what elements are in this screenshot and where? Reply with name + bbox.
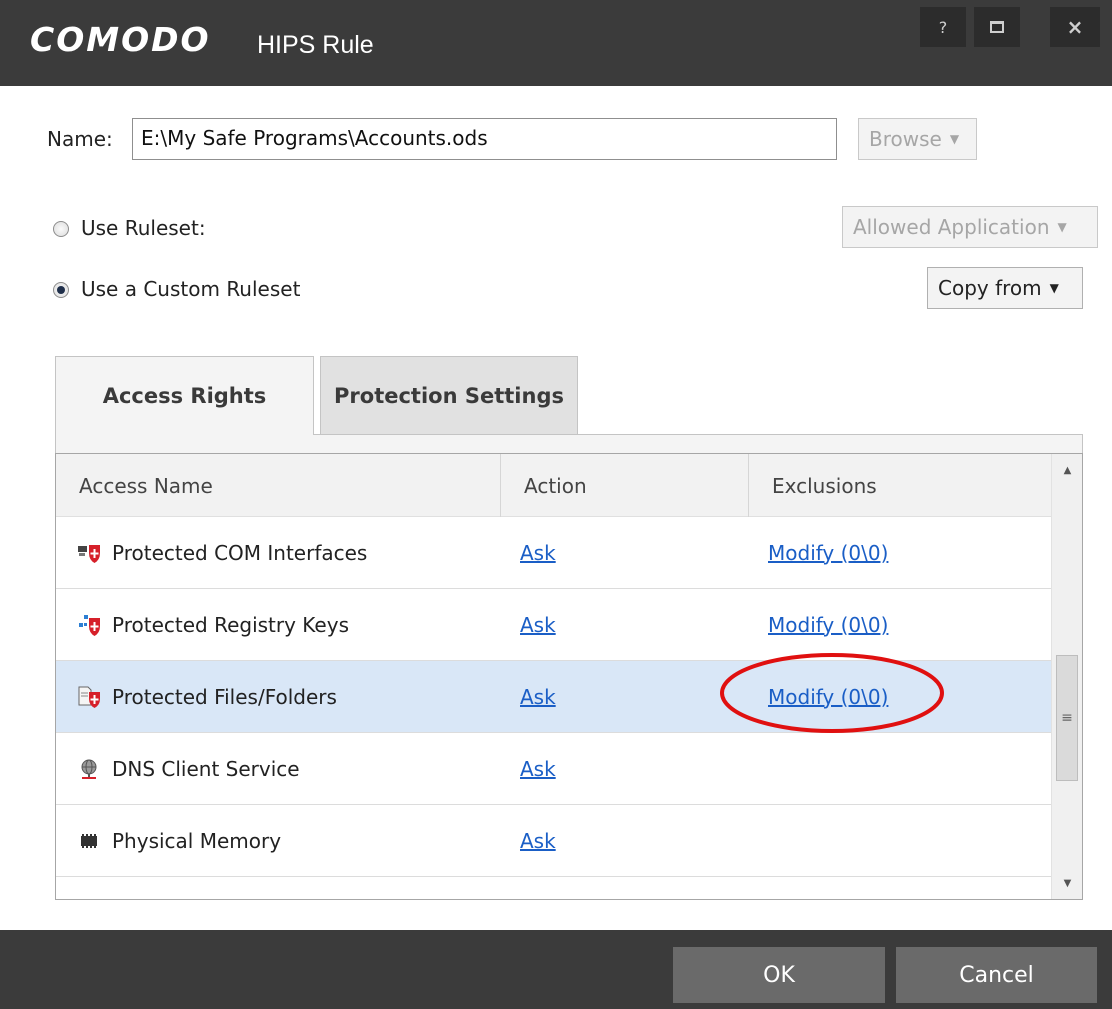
com-interface-shield-icon (78, 542, 100, 564)
access-name: Protected COM Interfaces (112, 540, 368, 565)
modify-exclusions-link[interactable]: Modify (0\0) (768, 541, 888, 565)
access-name: Protected Files/Folders (112, 684, 337, 709)
scroll-up-icon[interactable]: ▲ (1052, 454, 1082, 486)
comodo-logo: COMODO (30, 20, 211, 59)
memory-chip-icon (78, 830, 100, 852)
name-label: Name: (47, 127, 113, 151)
column-header-access-name[interactable]: Access Name (56, 454, 501, 517)
browse-label: Browse (869, 127, 942, 151)
scroll-down-icon[interactable]: ▼ (1052, 867, 1082, 899)
help-button[interactable]: ? (920, 7, 966, 47)
table-header: Access Name Action Exclusions (56, 454, 1051, 517)
table-row[interactable]: Protected COM Interfaces Ask Modify (0\0… (56, 517, 1051, 589)
help-icon: ? (938, 17, 948, 37)
access-name: DNS Client Service (112, 756, 300, 781)
maximize-icon (990, 21, 1004, 33)
close-icon: × (1066, 15, 1084, 39)
action-link[interactable]: Ask (520, 757, 556, 781)
use-custom-ruleset-radio[interactable] (53, 282, 69, 298)
action-link[interactable]: Ask (520, 685, 556, 709)
action-link[interactable]: Ask (520, 829, 556, 853)
tab-access-rights[interactable]: Access Rights (55, 356, 314, 435)
name-field[interactable]: E:\My Safe Programs\Accounts.ods (132, 118, 837, 160)
ruleset-select[interactable]: Allowed Application ▼ (842, 206, 1098, 248)
scrollbar-thumb[interactable]: ≡ (1056, 655, 1078, 781)
close-button[interactable]: × (1050, 7, 1100, 47)
chevron-down-icon: ▼ (1049, 281, 1059, 295)
window-title: HIPS Rule (257, 31, 374, 59)
use-ruleset-radio[interactable] (53, 221, 69, 237)
cancel-button[interactable]: Cancel (896, 947, 1097, 1003)
dns-globe-icon (78, 758, 100, 780)
chevron-down-icon: ▼ (1057, 220, 1067, 234)
file-shield-icon (78, 686, 100, 708)
grip-icon: ≡ (1061, 710, 1073, 726)
column-header-exclusions[interactable]: Exclusions (749, 454, 1051, 517)
copy-from-label: Copy from (938, 276, 1042, 300)
title-bar[interactable]: COMODO HIPS Rule ? × (0, 0, 1112, 86)
browse-button[interactable]: Browse ▼ (858, 118, 977, 160)
column-header-action[interactable]: Action (501, 454, 749, 517)
action-link[interactable]: Ask (520, 613, 556, 637)
highlight-annotation (720, 653, 944, 733)
table-row[interactable]: Physical Memory Ask (56, 805, 1051, 877)
registry-shield-icon (78, 614, 100, 636)
modify-exclusions-link[interactable]: Modify (0\0) (768, 613, 888, 637)
use-ruleset-label[interactable]: Use Ruleset: (81, 216, 206, 240)
chevron-down-icon: ▼ (949, 132, 960, 146)
hips-rule-dialog: COMODO HIPS Rule ? × Name: E:\My Safe Pr… (0, 0, 1112, 1009)
tab-protection-settings[interactable]: Protection Settings (320, 356, 578, 435)
use-custom-ruleset-label[interactable]: Use a Custom Ruleset (81, 277, 300, 301)
maximize-button[interactable] (974, 7, 1020, 47)
action-link[interactable]: Ask (520, 541, 556, 565)
tab-panel-top (55, 434, 1083, 454)
ok-button[interactable]: OK (673, 947, 885, 1003)
copy-from-button[interactable]: Copy from ▼ (927, 267, 1083, 309)
ruleset-value: Allowed Application (853, 215, 1050, 239)
table-row[interactable]: DNS Client Service Ask (56, 733, 1051, 805)
vertical-scrollbar[interactable]: ▲ ≡ ▼ (1051, 454, 1082, 899)
access-name: Protected Registry Keys (112, 612, 349, 637)
access-name: Physical Memory (112, 828, 282, 853)
